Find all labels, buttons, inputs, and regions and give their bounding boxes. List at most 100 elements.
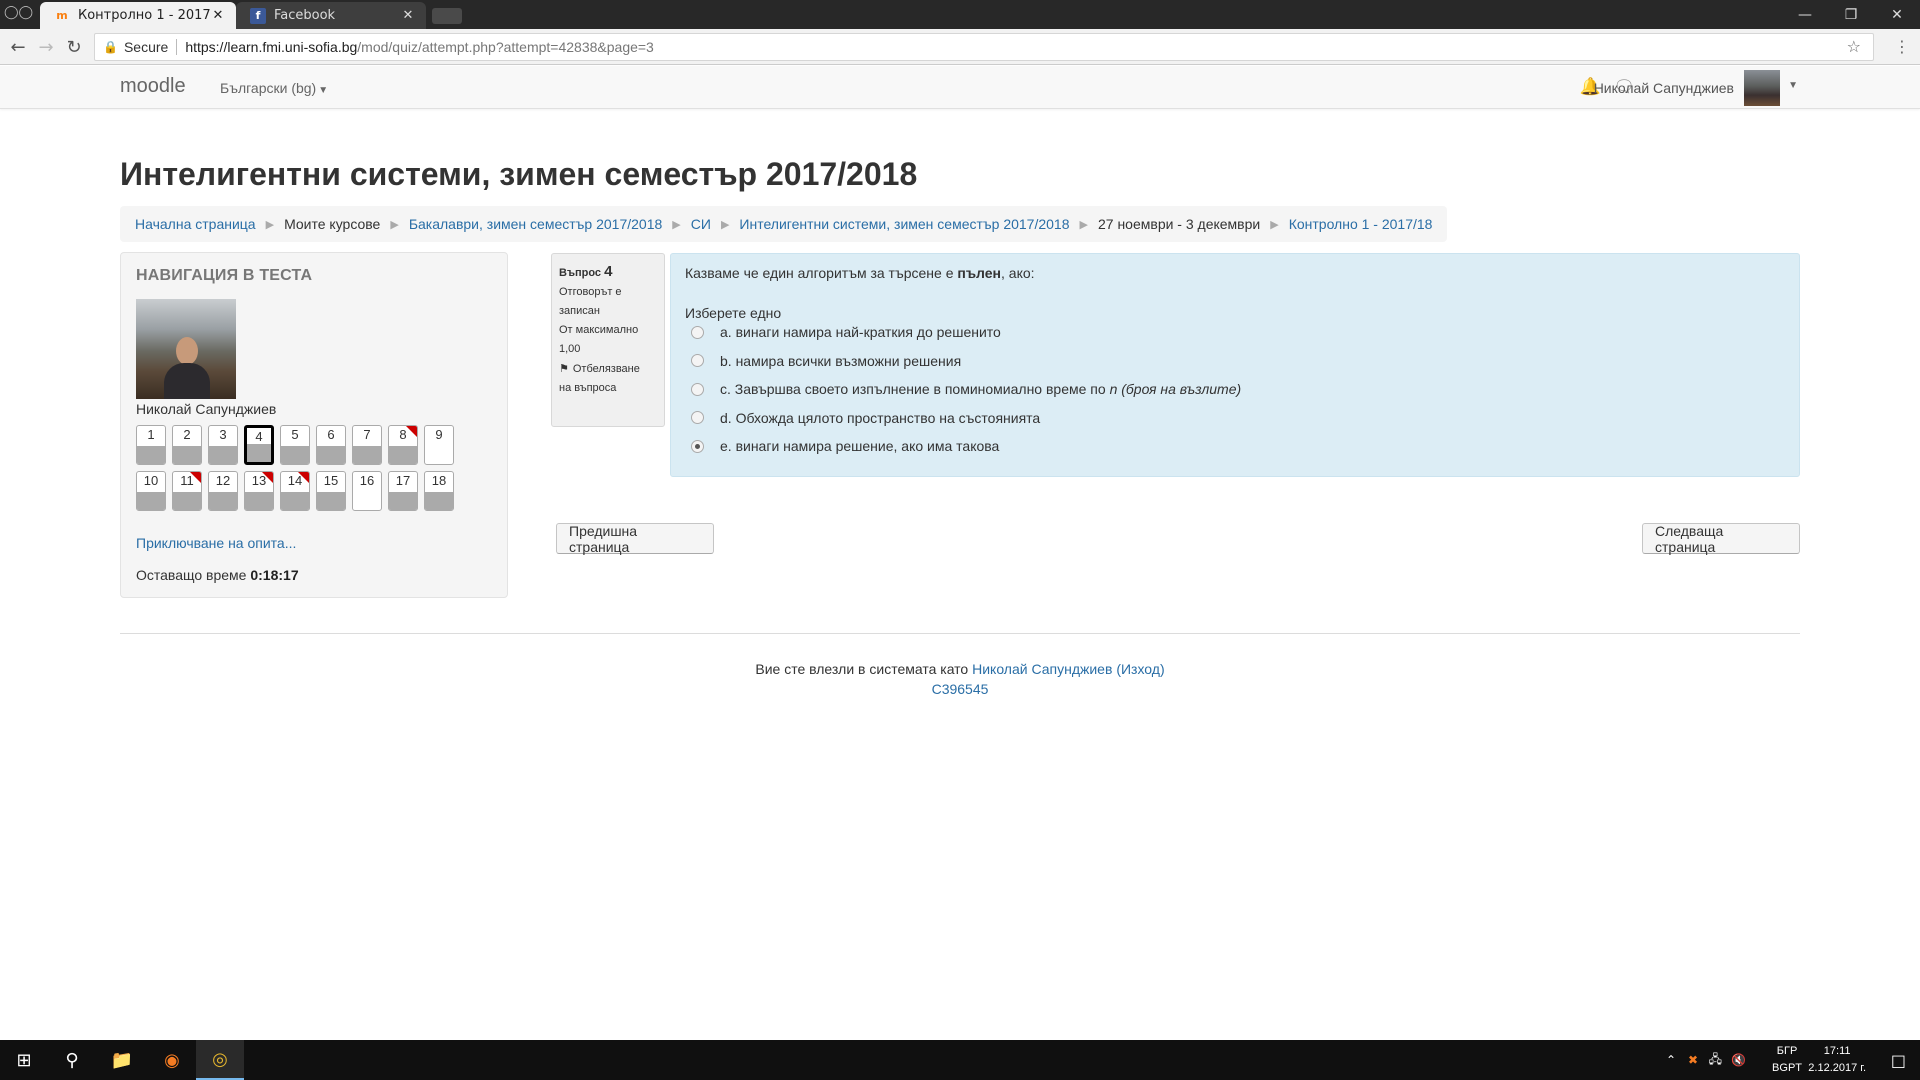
question-nav-number: 2 [183,427,191,442]
question-nav-button[interactable]: 2 [172,425,202,465]
back-icon[interactable]: ← [6,35,30,59]
flag-corner-icon [262,472,273,483]
question-nav-button[interactable]: 3 [208,425,238,465]
question-nav-button[interactable]: 14 [280,471,310,511]
answered-indicator [281,492,309,510]
close-tab-icon[interactable]: ✕ [400,8,416,23]
language-menu[interactable]: Български (bg) ▼ [220,80,328,96]
incognito-icon: ◯◯ [4,5,34,20]
question-nav-button[interactable]: 1 [136,425,166,465]
menu-dots-icon[interactable]: ⋮ [1894,37,1910,56]
answer-option-label: b. намира всички възможни решения [720,353,961,369]
footer-code-link[interactable]: С396545 [0,681,1920,697]
next-page-button[interactable]: Следваща страница [1642,523,1800,555]
tab-facebook[interactable]: f Facebook ✕ [236,2,426,29]
input-language-indicator[interactable]: БГР BGPT [1772,1043,1802,1077]
file-explorer-icon[interactable]: 📁 [98,1040,146,1080]
question-nav-number: 10 [143,473,159,488]
answer-option-label: d. Обхожда цялото пространство на състоя… [720,410,1040,426]
address-bar: ← → ↻ 🔒 Secure https://learn.fmi.uni-sof… [0,29,1920,65]
finish-attempt-link[interactable]: Приключване на опита... [136,535,296,551]
breadcrumb-item[interactable]: Интелигентни системи, зимен семестър 201… [739,216,1069,232]
question-nav-button[interactable]: 8 [388,425,418,465]
time-remaining: Оставащо време 0:18:17 [136,567,299,583]
radio-button[interactable] [691,354,704,367]
url-field[interactable]: 🔒 Secure https://learn.fmi.uni-sofia.bg … [94,33,1874,61]
radio-button[interactable] [691,325,704,339]
profile-link[interactable]: Николай Сапунджиев [972,661,1112,677]
radio-button[interactable] [691,439,704,453]
question-nav-button[interactable]: 6 [316,425,346,465]
breadcrumb-item[interactable]: Контролно 1 - 2017/18 [1289,216,1433,232]
network-icon[interactable]: 🖧 [1709,1040,1722,1080]
search-icon[interactable]: ⚲ [48,1040,96,1080]
breadcrumb-separator-icon: ▶ [720,217,730,231]
system-clock[interactable]: 17:11 2.12.2017 г. [1808,1043,1866,1077]
forward-icon[interactable]: → [34,35,58,59]
question-nav-button[interactable]: 13 [244,471,274,511]
question-nav-button[interactable]: 7 [352,425,382,465]
tray-app-icon[interactable]: ✖ [1688,1040,1698,1080]
radio-button[interactable] [691,382,704,396]
firefox-icon[interactable]: ◉ [148,1040,196,1080]
answered-indicator [247,444,271,462]
answered-indicator [425,492,453,510]
user-menu-name[interactable]: Николай Сапунджиев [1594,80,1734,96]
radio-button[interactable] [691,411,704,424]
answer-option[interactable]: a. винаги намира най-краткия до решенито [691,324,1001,340]
question-text-start: Казваме че един алгоритъм за търсене е [685,265,958,281]
tray-arrow-icon[interactable]: ⌃ [1666,1040,1676,1080]
answer-option[interactable]: e. винаги намира решение, ако има такова [691,438,999,454]
question-nav-button[interactable]: 12 [208,471,238,511]
question-nav-button[interactable]: 11 [172,471,202,511]
login-info: Вие сте влезли в системата като Николай … [0,661,1920,677]
browser-tabstrip: ◯◯ m Контролно 1 - 2017/18 ✕ f Facebook … [0,0,1920,29]
notifications-icon[interactable]: □ [1891,1040,1906,1080]
answered-indicator [173,492,201,510]
question-nav-button[interactable]: 10 [136,471,166,511]
windows-start-icon[interactable]: ⊞ [0,1040,48,1080]
max-grade-line: От максимално [559,324,639,336]
question-nav-button[interactable]: 9 [424,425,454,465]
max-grade-value: 1,00 [559,343,581,355]
question-nav-number: 16 [359,473,375,488]
bookmark-star-icon[interactable]: ☆ [1847,37,1861,56]
answer-prompt: Изберете едно [685,305,782,321]
logout-link[interactable]: (Изход) [1116,661,1164,677]
close-window-icon[interactable]: ✕ [1874,0,1920,29]
question-nav-button[interactable]: 4 [244,425,274,465]
breadcrumb-item[interactable]: Начална страница [135,216,256,232]
volume-icon[interactable]: 🔇 [1731,1040,1746,1080]
answered-indicator [353,446,381,464]
restore-icon[interactable]: ❐ [1828,0,1874,29]
tab-quiz[interactable]: m Контролно 1 - 2017/18 ✕ [40,2,236,29]
new-tab-button[interactable] [432,8,462,24]
avatar[interactable] [1744,70,1780,106]
lock-icon: 🔒 [103,40,118,54]
minimize-icon[interactable]: — [1782,0,1828,29]
question-nav-button[interactable]: 5 [280,425,310,465]
answer-option[interactable]: d. Обхожда цялото пространство на състоя… [691,410,1040,426]
breadcrumb-item[interactable]: Бакалаври, зимен семестър 2017/2018 [409,216,662,232]
facebook-icon: f [250,7,266,24]
chrome-icon[interactable]: ◎ [196,1040,244,1080]
breadcrumb-item[interactable]: СИ [691,216,711,232]
moodle-navbar: moodle Български (bg) ▼ 🔔 🗨 Николай Сапун… [0,66,1920,109]
reload-icon[interactable]: ↻ [62,35,86,59]
url-host: https://learn.fmi.uni-sofia.bg [185,39,358,55]
close-tab-icon[interactable]: ✕ [210,8,226,23]
question-nav-button[interactable]: 15 [316,471,346,511]
answer-option[interactable]: b. намира всички възможни решения [691,353,961,369]
question-nav-button[interactable]: 17 [388,471,418,511]
question-nav-number: 6 [327,427,335,442]
question-nav-button[interactable]: 18 [424,471,454,511]
site-brand[interactable]: moodle [120,75,186,98]
previous-page-button[interactable]: Предишна страница [556,523,714,555]
time-value: 0:18:17 [250,567,299,583]
breadcrumb: Начална страница ▶ Моите курсове ▶ Бакал… [120,206,1448,242]
answer-option[interactable]: c. Завършва своето изпълнение в поминоми… [691,381,1241,397]
question-nav-button[interactable]: 16 [352,471,382,511]
caret-down-icon[interactable]: ▼ [1788,80,1798,91]
answered-indicator [137,446,165,464]
flag-question-toggle[interactable]: ⚑ Отбелязване на въпроса [559,359,657,398]
